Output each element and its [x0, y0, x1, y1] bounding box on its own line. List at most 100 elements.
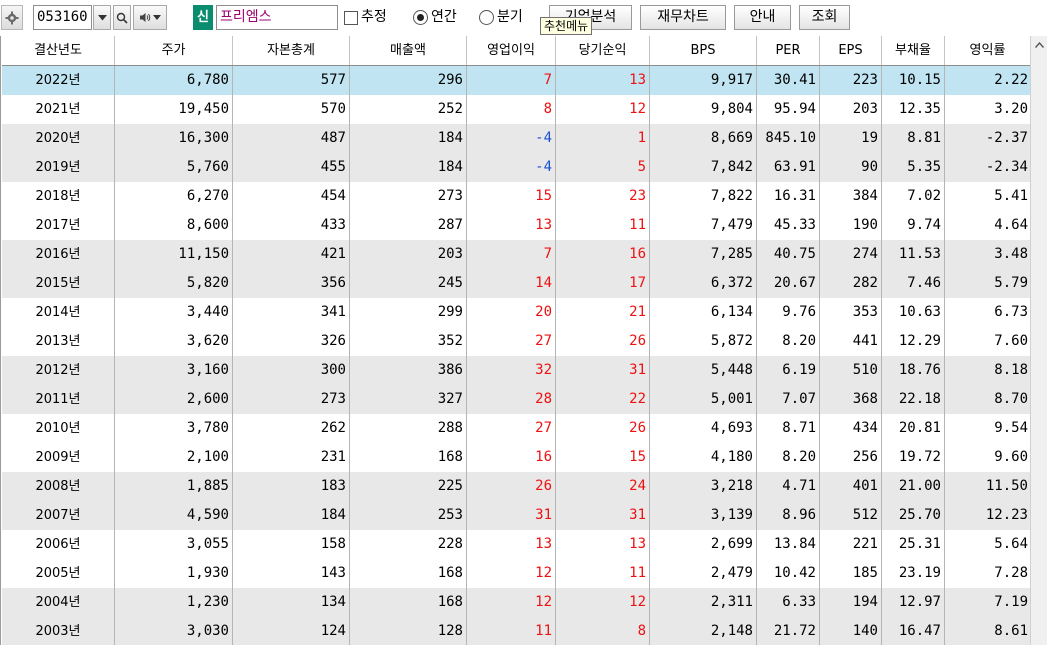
column-header[interactable]: 주가	[115, 36, 233, 65]
table-cell: 95.94	[757, 95, 820, 124]
search-button[interactable]	[113, 5, 131, 30]
table-row[interactable]: 2011년 2,600 273 327 28 22 5,001 7.07 368 22.18 8.7…	[2, 385, 1031, 414]
table-cell: 570	[233, 95, 350, 124]
table-row[interactable]: 2018년 6,270 454 273 15 23 7,822 16.31 384 7.02 5.4…	[2, 182, 1031, 211]
table-row[interactable]: 2008년 1,885 183 225 26 24 3,218 4.71 401 21.00 11.…	[2, 472, 1031, 501]
column-header[interactable]: 영익률	[945, 36, 1031, 65]
table-cell: 8.96	[757, 501, 820, 530]
table-row[interactable]: 2020년 16,300 487 184 -4 1 8,669 845.10 19 8.81 -2.…	[2, 124, 1031, 153]
table-cell: 7.02	[882, 182, 945, 211]
table-cell: 273	[350, 182, 467, 211]
table-cell: 2011년	[2, 385, 115, 414]
table-cell: 11.50	[985, 478, 1028, 494]
table-cell: 7.07	[757, 385, 820, 414]
table-cell: 8.71	[757, 414, 820, 443]
guide-button[interactable]: 안내	[734, 5, 791, 30]
table-row[interactable]: 2006년 3,055 158 228 13 13 2,699 13.84 221 25.31 5.…	[2, 530, 1031, 559]
table-cell: 5	[556, 153, 650, 182]
table-cell: 9.54	[994, 420, 1028, 436]
table-cell: 2,479	[650, 559, 757, 588]
speaker-dropdown-button[interactable]	[133, 5, 167, 30]
table-cell: 168	[350, 443, 467, 472]
table-row[interactable]: 2005년 1,930 143 168 12 11 2,479 10.42 185 23.19 7.…	[2, 559, 1031, 588]
table-cell: 327	[350, 385, 467, 414]
table-cell: 27	[467, 327, 556, 356]
table-cell: 384	[820, 182, 882, 211]
table-cell: 8	[556, 617, 650, 645]
column-header[interactable]: 매출액	[350, 36, 467, 65]
scroll-up-button[interactable]	[1031, 36, 1047, 53]
financial-chart-button[interactable]: 재무차트	[640, 5, 726, 30]
table-row[interactable]: 2013년 3,620 326 352 27 26 5,872 8.20 441 12.29 7.6…	[2, 327, 1031, 356]
table-cell: 25.70	[882, 501, 945, 530]
table-header: 결산년도 주가 자본총계 매출액 영업이익 당기순익 BPS PER EPS 부채율 영익률	[2, 36, 1031, 66]
table-cell: 31	[467, 501, 556, 530]
table-cell: 256	[820, 443, 882, 472]
table-cell: 7,842	[650, 153, 757, 182]
table-row[interactable]: 2016년 11,150 421 203 7 16 7,285 40.75 274 11.53 3.…	[2, 240, 1031, 269]
column-header[interactable]: 당기순익	[556, 36, 650, 65]
table-cell: 13	[556, 530, 650, 559]
table-cell: 2,100	[115, 443, 233, 472]
table-cell: 16.47	[882, 617, 945, 645]
table-cell: 3,030	[115, 617, 233, 645]
quarter-radio[interactable]	[479, 10, 494, 25]
table-cell: 8,669	[650, 124, 757, 153]
table-cell: 13.84	[757, 530, 820, 559]
table-cell: 14	[467, 269, 556, 298]
column-header[interactable]: 부채율	[882, 36, 945, 65]
column-header[interactable]: 결산년도	[2, 36, 115, 65]
stock-name-field[interactable]: 프리엠스	[216, 5, 338, 30]
estimate-checkbox[interactable]	[344, 11, 358, 25]
table-row[interactable]: 2022년 6,780 577 296 7 13 9,917 30.41 223 10.15 2.2…	[2, 66, 1031, 95]
column-header[interactable]: 영업이익	[467, 36, 556, 65]
table-cell: 7.19	[994, 594, 1028, 610]
table-cell: 26	[467, 472, 556, 501]
table-cell: 2,600	[115, 385, 233, 414]
column-header[interactable]: BPS	[650, 36, 757, 65]
table-cell: 21	[556, 298, 650, 327]
table-cell: 27	[467, 414, 556, 443]
table-cell: 9,917	[650, 66, 757, 95]
table-row[interactable]: 2019년 5,760 455 184 -4 5 7,842 63.91 90 5.35 -2.34	[2, 153, 1031, 182]
table-cell: 128	[350, 617, 467, 645]
table-cell: 5,760	[115, 153, 233, 182]
table-cell: 134	[233, 588, 350, 617]
table-cell: 158	[233, 530, 350, 559]
table-row[interactable]: 2012년 3,160 300 386 32 31 5,448 6.19 510 18.76 8.1…	[2, 356, 1031, 385]
table-cell: 3,620	[115, 327, 233, 356]
table-cell: 273	[233, 385, 350, 414]
table-row[interactable]: 2009년 2,100 231 168 16 15 4,180 8.20 256 19.72 9.6…	[2, 443, 1031, 472]
settings-button[interactable]	[1, 5, 23, 30]
table-cell: 8,600	[115, 211, 233, 240]
table-cell: 3,055	[115, 530, 233, 559]
new-listing-badge: 신	[193, 5, 213, 30]
table-cell: 4,180	[650, 443, 757, 472]
table-cell: 455	[233, 153, 350, 182]
column-header[interactable]: 자본총계	[233, 36, 350, 65]
stock-code-input[interactable]: 053160	[33, 5, 92, 30]
column-header[interactable]: PER	[757, 36, 820, 65]
vertical-scrollbar[interactable]	[1030, 36, 1047, 645]
table-row[interactable]: 2003년 3,030 124 128 11 8 2,148 21.72 140 16.47 8.6…	[2, 617, 1031, 645]
table-row[interactable]: 2015년 5,820 356 245 14 17 6,372 20.67 282 7.46 5.7…	[2, 269, 1031, 298]
table-cell: 16,300	[115, 124, 233, 153]
table-cell: 352	[350, 327, 467, 356]
code-dropdown-button[interactable]	[93, 5, 111, 30]
search-icon	[116, 12, 128, 24]
table-row[interactable]: 2014년 3,440 341 299 20 21 6,134 9.76 353 10.63 6.7…	[2, 298, 1031, 327]
table-row[interactable]: 2010년 3,780 262 288 27 26 4,693 8.71 434 20.81 9.5…	[2, 414, 1031, 443]
column-header[interactable]: EPS	[820, 36, 882, 65]
table-cell: 22.18	[882, 385, 945, 414]
table-row[interactable]: 2004년 1,230 134 168 12 12 2,311 6.33 194 12.97 7.1…	[2, 588, 1031, 617]
annual-radio[interactable]	[413, 10, 428, 25]
query-button[interactable]: 조회	[799, 5, 850, 30]
table-cell: 20.81	[882, 414, 945, 443]
table-cell: 10.15	[882, 66, 945, 95]
table-row[interactable]: 2007년 4,590 184 253 31 31 3,139 8.96 512 25.70 12.…	[2, 501, 1031, 530]
table-cell: 5,448	[650, 356, 757, 385]
table-cell: 7,822	[650, 182, 757, 211]
table-cell: 185	[820, 559, 882, 588]
table-row[interactable]: 2017년 8,600 433 287 13 11 7,479 45.33 190 9.74 4.6…	[2, 211, 1031, 240]
table-row[interactable]: 2021년 19,450 570 252 8 12 9,804 95.94 203 12.35 3.…	[2, 95, 1031, 124]
